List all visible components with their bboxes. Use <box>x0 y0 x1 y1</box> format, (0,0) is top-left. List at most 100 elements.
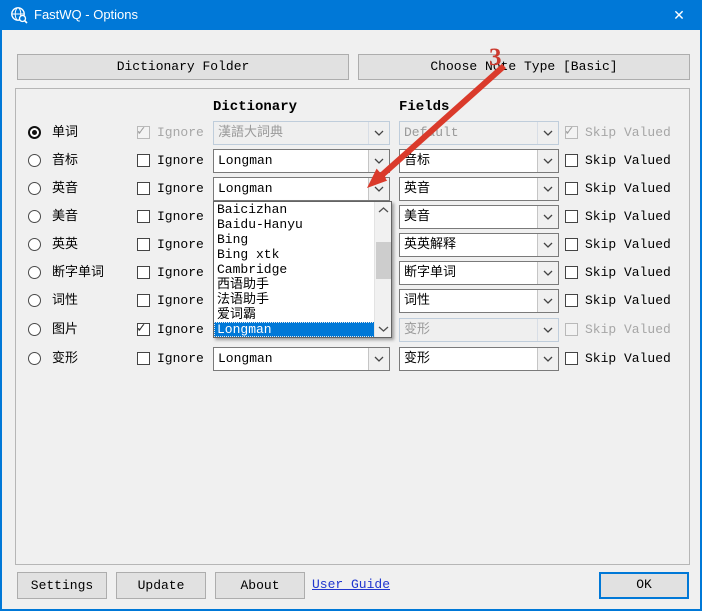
title-bar: FastWQ - Options ✕ <box>0 0 702 30</box>
radio-label-row4: 美音 <box>52 205 78 229</box>
dropdown-item[interactable]: Cambridge <box>214 262 374 277</box>
skip-valued-checkbox-row3[interactable] <box>565 182 578 195</box>
skip-valued-checkbox-row9[interactable] <box>565 352 578 365</box>
skip-valued-checkbox-row4[interactable] <box>565 210 578 223</box>
fields-combo-row4[interactable]: 美音 <box>399 205 559 229</box>
skip-valued-label-row4: Skip Valued <box>585 205 671 229</box>
ignore-label-row8: Ignore <box>157 318 204 342</box>
scrollbar-thumb[interactable] <box>376 242 391 279</box>
settings-button[interactable]: Settings <box>17 572 107 599</box>
choose-note-type-button[interactable]: Choose Note Type [Basic] <box>358 54 690 80</box>
fields-combo-row5[interactable]: 英英解释 <box>399 233 559 257</box>
chevron-down-icon[interactable] <box>368 178 389 200</box>
ignore-checkbox-row1: ✓ <box>137 126 150 139</box>
fields-combo-row9[interactable]: 变形 <box>399 347 559 371</box>
dictionary-combo-row1: 漢語大詞典 <box>213 121 390 145</box>
ignore-label-row7: Ignore <box>157 289 204 313</box>
radio-row4[interactable] <box>28 210 41 223</box>
dropdown-items: BaicizhanBaidu-HanyuBingBing xtkCambridg… <box>214 202 391 337</box>
skip-valued-label-row3: Skip Valued <box>585 177 671 201</box>
fields-combo-row6[interactable]: 断字单词 <box>399 261 559 285</box>
radio-label-row5: 英英 <box>52 233 78 257</box>
skip-valued-checkbox-row2[interactable] <box>565 154 578 167</box>
ignore-label-row9: Ignore <box>157 347 204 371</box>
ignore-checkbox-row2[interactable] <box>137 154 150 167</box>
dropdown-item[interactable]: 西语助手 <box>214 277 374 292</box>
dictionary-combo-row2[interactable]: Longman <box>213 149 390 173</box>
dropdown-scrollbar[interactable] <box>374 202 391 337</box>
fields-combo-row8: 变形 <box>399 318 559 342</box>
fields-combo-row3[interactable]: 英音 <box>399 177 559 201</box>
radio-label-row1: 单词 <box>52 121 78 145</box>
user-guide-link[interactable]: User Guide <box>312 573 390 597</box>
radio-row3[interactable] <box>28 182 41 195</box>
skip-valued-checkbox-row7[interactable] <box>565 294 578 307</box>
ignore-label-row6: Ignore <box>157 261 204 285</box>
dropdown-item[interactable]: Longman <box>214 322 391 337</box>
ignore-checkbox-row3[interactable] <box>137 182 150 195</box>
ignore-checkbox-row9[interactable] <box>137 352 150 365</box>
ignore-checkbox-row6[interactable] <box>137 266 150 279</box>
options-dialog: FastWQ - Options ✕ Dictionary Folder Cho… <box>0 0 702 611</box>
dictionary-combo-row3[interactable]: Longman <box>213 177 390 201</box>
ignore-checkbox-row7[interactable] <box>137 294 150 307</box>
chevron-down-icon[interactable] <box>537 150 558 172</box>
chevron-down-icon[interactable] <box>537 348 558 370</box>
radio-row9[interactable] <box>28 352 41 365</box>
fields-combo-row1: Default <box>399 121 559 145</box>
fields-combo-row9-value: 变形 <box>404 348 536 370</box>
dropdown-item[interactable]: 爱词霸 <box>214 307 374 322</box>
radio-label-row2: 音标 <box>52 149 78 173</box>
radio-row7[interactable] <box>28 294 41 307</box>
check-icon: ✓ <box>137 123 145 140</box>
dropdown-item[interactable]: Bing xtk <box>214 247 374 262</box>
ignore-checkbox-row4[interactable] <box>137 210 150 223</box>
fields-combo-row4-value: 美音 <box>404 206 536 228</box>
chevron-down-icon[interactable] <box>537 262 558 284</box>
dropdown-item[interactable]: Baidu-Hanyu <box>214 217 374 232</box>
radio-row1[interactable] <box>28 126 41 139</box>
scroll-up-icon[interactable] <box>378 207 389 213</box>
radio-row2[interactable] <box>28 154 41 167</box>
dictionary-combo-row3-value: Longman <box>218 178 367 200</box>
radio-row6[interactable] <box>28 266 41 279</box>
fastwq-globe-icon <box>10 6 28 24</box>
radio-row8[interactable] <box>28 323 41 336</box>
chevron-down-icon[interactable] <box>368 348 389 370</box>
window-title: FastWQ - Options <box>34 0 138 30</box>
radio-label-row8: 图片 <box>52 318 78 342</box>
skip-valued-checkbox-row1: ✓ <box>565 126 578 139</box>
close-icon[interactable]: ✕ <box>656 0 702 30</box>
skip-valued-label-row5: Skip Valued <box>585 233 671 257</box>
dictionary-folder-button[interactable]: Dictionary Folder <box>17 54 349 80</box>
ignore-checkbox-row5[interactable] <box>137 238 150 251</box>
dictionary-combo-row9[interactable]: Longman <box>213 347 390 371</box>
chevron-down-icon[interactable] <box>537 178 558 200</box>
scroll-down-icon[interactable] <box>378 326 389 332</box>
dictionary-dropdown-list: BaicizhanBaidu-HanyuBingBing xtkCambridg… <box>213 201 392 338</box>
ignore-checkbox-row8[interactable]: ✓ <box>137 323 150 336</box>
chevron-down-icon[interactable] <box>537 290 558 312</box>
skip-valued-checkbox-row5[interactable] <box>565 238 578 251</box>
dropdown-item[interactable]: Baicizhan <box>214 202 374 217</box>
update-button[interactable]: Update <box>116 572 206 599</box>
dropdown-item[interactable]: 法语助手 <box>214 292 374 307</box>
chevron-down-icon <box>537 122 558 144</box>
fields-combo-row2[interactable]: 音标 <box>399 149 559 173</box>
chevron-down-icon[interactable] <box>537 206 558 228</box>
ignore-label-row1: Ignore <box>157 121 204 145</box>
fields-combo-row7[interactable]: 词性 <box>399 289 559 313</box>
skip-valued-label-row7: Skip Valued <box>585 289 671 313</box>
skip-valued-checkbox-row8 <box>565 323 578 336</box>
ignore-label-row2: Ignore <box>157 149 204 173</box>
radio-row5[interactable] <box>28 238 41 251</box>
about-button[interactable]: About <box>215 572 305 599</box>
check-icon: ✓ <box>565 123 573 140</box>
skip-valued-checkbox-row6[interactable] <box>565 266 578 279</box>
chevron-down-icon <box>537 319 558 341</box>
chevron-down-icon[interactable] <box>368 150 389 172</box>
dropdown-item[interactable]: Bing <box>214 232 374 247</box>
fields-combo-row7-value: 词性 <box>404 290 536 312</box>
ok-button[interactable]: OK <box>599 572 689 599</box>
chevron-down-icon[interactable] <box>537 234 558 256</box>
